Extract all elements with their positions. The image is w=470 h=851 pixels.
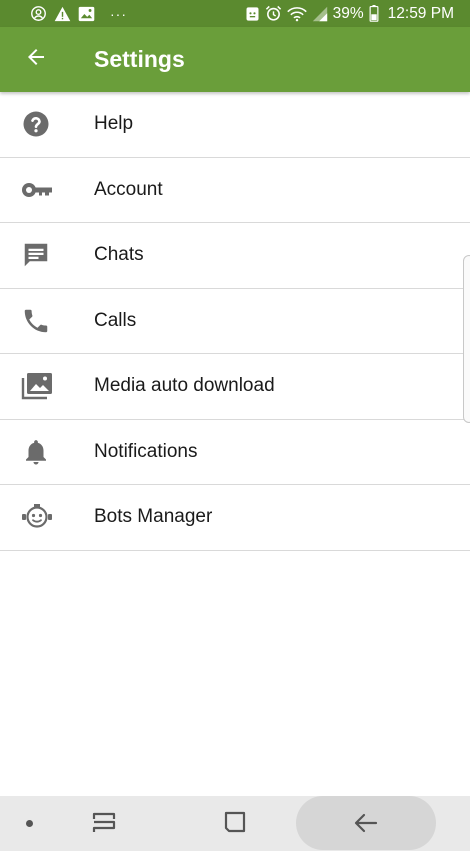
wifi-icon	[286, 6, 307, 22]
alarm-icon	[265, 5, 282, 22]
help-icon	[0, 92, 94, 157]
chat-icon	[0, 223, 94, 288]
back-icon[interactable]	[296, 796, 436, 850]
status-bar: ··· 39% 12:59 PM	[0, 0, 470, 27]
status-system: 39% 12:59 PM	[245, 5, 454, 23]
image-icon	[78, 6, 95, 22]
key-icon	[0, 158, 94, 223]
settings-item-bots-manager[interactable]: Bots Manager	[0, 485, 470, 551]
settings-item-media-auto-download[interactable]: Media auto download	[0, 354, 470, 420]
status-notifications: ···	[30, 5, 127, 22]
settings-item-calls[interactable]: Calls	[0, 289, 470, 354]
android-debug-icon	[245, 6, 260, 22]
navigation-bar	[0, 796, 470, 851]
page-title: Settings	[94, 46, 185, 72]
settings-item-label: Account	[94, 178, 163, 200]
clock: 12:59 PM	[387, 4, 454, 22]
settings-item-notifications[interactable]: Notifications	[0, 420, 470, 485]
settings-item-label: Media auto download	[94, 375, 275, 397]
back-button[interactable]	[0, 27, 72, 92]
settings-item-label: Calls	[94, 309, 137, 331]
arrow-back-icon	[24, 45, 48, 74]
photo-library-icon	[0, 354, 94, 419]
edge-panel-handle[interactable]	[463, 255, 470, 423]
settings-list: Help Account Chats Calls Media auto down…	[0, 92, 470, 551]
more-dots-icon: ···	[110, 5, 127, 22]
battery-percent: 39%	[332, 4, 364, 22]
settings-item-label: Bots Manager	[94, 506, 213, 528]
home-icon[interactable]	[222, 809, 248, 835]
nav-dot-icon[interactable]	[26, 820, 33, 827]
settings-item-label: Chats	[94, 244, 144, 266]
signal-icon	[312, 6, 328, 22]
settings-item-help[interactable]: Help	[0, 92, 470, 158]
account-circle-icon	[30, 5, 47, 22]
phone-icon	[0, 289, 94, 354]
bot-icon	[0, 485, 94, 550]
settings-item-account[interactable]: Account	[0, 158, 470, 223]
bell-icon	[0, 420, 94, 485]
recents-icon[interactable]	[90, 810, 120, 836]
settings-item-label: Help	[94, 113, 134, 135]
warning-icon	[54, 6, 71, 22]
app-bar: Settings	[0, 27, 470, 92]
battery-icon	[369, 5, 379, 22]
settings-item-label: Notifications	[94, 440, 198, 462]
settings-item-chats[interactable]: Chats	[0, 223, 470, 289]
